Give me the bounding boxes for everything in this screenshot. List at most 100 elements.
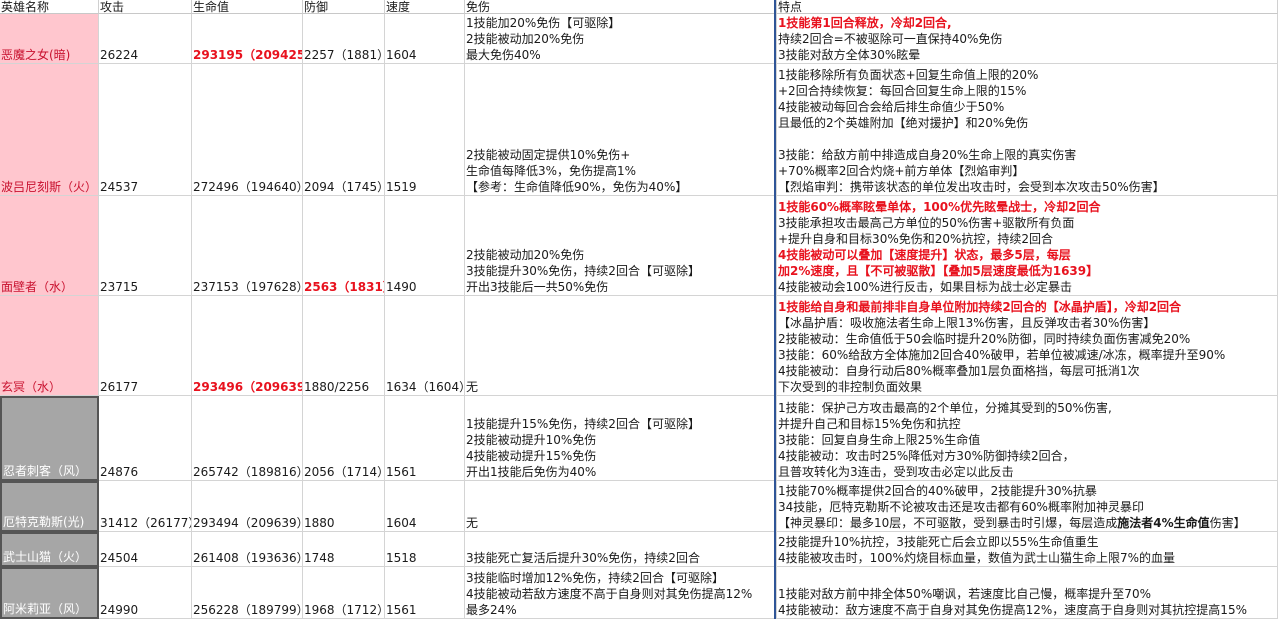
hero-name-cell[interactable]: 恶魔之女(暗) bbox=[0, 14, 99, 64]
speed-cell[interactable]: 1604 bbox=[385, 14, 465, 64]
header-hp[interactable]: 生命值 bbox=[192, 0, 303, 14]
feature-text: 伤害】 bbox=[1209, 516, 1246, 530]
immune-line: 4技能被动若敌方速度不高于自身则对其免伤提高12% bbox=[466, 587, 753, 601]
defense-cell[interactable]: 2056（1714） bbox=[303, 396, 385, 481]
hp-cell[interactable]: 256228（189799） bbox=[192, 567, 303, 619]
features-cell[interactable]: 1技能：保护己方攻击最高的2个单位，分摊其受到的50%伤害, 并提升自己和目标15… bbox=[777, 396, 1278, 481]
defense-cell[interactable]: 2094（1745） bbox=[303, 64, 385, 196]
feature-text: 1技能给自身和最前排非自身单位附加持续2回合的【冰晶护盾】，冷却2回合 bbox=[778, 300, 1182, 314]
feature-text: +2回合持续恢复：每回合回复生命上限的15% bbox=[778, 84, 1027, 98]
defense-value: 2094（1745） bbox=[304, 180, 384, 194]
attack-cell[interactable]: 26224 bbox=[99, 14, 192, 64]
hp-cell[interactable]: 261408（193636） bbox=[192, 532, 303, 567]
features-cell[interactable]: 1技能第1回合释放，冷却2回合, 持续2回合=不被驱除可一直保持40%免伤 3技能对… bbox=[777, 14, 1278, 64]
defense-cell[interactable]: 1968（1712） bbox=[303, 567, 385, 619]
defense-cell[interactable]: 1880 bbox=[303, 481, 385, 532]
header-speed[interactable]: 速度 bbox=[385, 0, 465, 14]
immune-cell[interactable]: 3技能死亡复活后提升30%免伤，持续2回合 bbox=[465, 532, 777, 567]
attack-cell[interactable]: 26177 bbox=[99, 296, 192, 396]
speed-cell[interactable]: 1518 bbox=[385, 532, 465, 567]
hp-cell[interactable]: 293496（209639） bbox=[192, 296, 303, 396]
feature-line: 4技能被动：自身行动后80%概率叠加1层负面格挡，每层可抵消1次 bbox=[778, 363, 1277, 379]
attack-value: 31412（26177） bbox=[100, 516, 191, 530]
attack-cell[interactable]: 31412（26177） bbox=[99, 481, 192, 532]
immune-line: 开出1技能后免伤为40% bbox=[466, 465, 597, 479]
feature-text: +70%概率2回合灼烧+前方单体【烈焰审判】 bbox=[778, 164, 1025, 178]
header-defense[interactable]: 防御 bbox=[303, 0, 385, 14]
hero-name-cell[interactable]: 厄特克勒斯(光) bbox=[0, 481, 99, 532]
immune-cell[interactable]: 2技能被动加20%免伤 3技能提升30%免伤，持续2回合【可驱除】 开出3技能后一共… bbox=[465, 196, 777, 296]
feature-text: 1技能移除所有负面状态+回复生命值上限的20% bbox=[778, 68, 1039, 82]
feature-line: 4技能被动每回合会给后排生命值少于50% bbox=[778, 99, 1277, 115]
feature-text: 4技能被攻击时，100%灼烧目标血量，数值为武士山猫生命上限7%的血量 bbox=[778, 551, 1175, 565]
hp-cell[interactable]: 293494（209639） bbox=[192, 481, 303, 532]
feature-text: 4技能被动每回合会给后排生命值少于50% bbox=[778, 100, 1005, 114]
feature-text: 1技能第1回合释放，冷却2回合, bbox=[778, 16, 952, 30]
feature-text: 2技能提升10%抗控，3技能死亡后会立即以55%生命值重生 bbox=[778, 535, 1099, 549]
attack-cell[interactable]: 24537 bbox=[99, 64, 192, 196]
feature-line: +提升自身和目标30%免伤和20%抗控，持续2回合 bbox=[778, 231, 1277, 247]
hp-cell[interactable]: 265742（189816） bbox=[192, 396, 303, 481]
immune-cell[interactable]: 1技能加20%免伤【可驱除】 2技能被动加20%免伤 最大免伤40% bbox=[465, 14, 777, 64]
attack-cell[interactable]: 24504 bbox=[99, 532, 192, 567]
speed-cell[interactable]: 1490 bbox=[385, 196, 465, 296]
hero-name-cell[interactable]: 波吕尼刻斯（火） bbox=[0, 64, 99, 196]
hero-name-cell[interactable]: 忍者刺客（风） bbox=[0, 396, 99, 481]
immune-cell[interactable]: 2技能被动固定提供10%免伤+ 生命值每降低3%，免伤提高1% 【参考：生命值降低9… bbox=[465, 64, 777, 196]
immune-cell[interactable]: 无 bbox=[465, 296, 777, 396]
defense-cell[interactable]: 1748 bbox=[303, 532, 385, 567]
speed-cell[interactable]: 1519 bbox=[385, 64, 465, 196]
feature-text: 持续2回合=不被驱除可一直保持40%免伤 bbox=[778, 32, 1003, 46]
feature-line: 且最低的2个英雄附加【绝对援护】和20%免伤 bbox=[778, 115, 1277, 131]
features-cell[interactable]: 1技能移除所有负面状态+回复生命值上限的20% +2回合持续恢复：每回合回复生命上… bbox=[777, 64, 1278, 196]
feature-line: 2技能提升10%抗控，3技能死亡后会立即以55%生命值重生 bbox=[778, 534, 1277, 550]
feature-text: 且普攻转化为3连击，受到攻击必定以此反击 bbox=[778, 465, 1014, 479]
features-cell[interactable]: 1技能给自身和最前排非自身单位附加持续2回合的【冰晶护盾】，冷却2回合 【冰晶护盾… bbox=[777, 296, 1278, 396]
immune-cell[interactable]: 3技能临时增加12%免伤，持续2回合【可驱除】 4技能被动若敌方速度不高于自身则对… bbox=[465, 567, 777, 619]
feature-text: 1技能70%概率提供2回合的40%破甲，2技能提升30%抗暴 bbox=[778, 484, 1097, 498]
attack-cell[interactable]: 24990 bbox=[99, 567, 192, 619]
speed-cell[interactable]: 1561 bbox=[385, 567, 465, 619]
hero-name-cell[interactable]: 玄冥（水） bbox=[0, 296, 99, 396]
feature-text: 【冰晶护盾：吸收施法者生命上限13%伤害，且反弹攻击者30%伤害】 bbox=[778, 316, 1156, 330]
feature-line: 【烈焰审判：携带该状态的单位发出攻击时，会受到本次攻击50%伤害】 bbox=[778, 179, 1277, 195]
immune-cell[interactable]: 1技能提升15%免伤，持续2回合【可驱除】 2技能被动提升10%免伤 4技能被动提升… bbox=[465, 396, 777, 481]
speed-value: 1518 bbox=[386, 551, 417, 565]
hero-name-cell[interactable]: 武士山猫（火） bbox=[0, 532, 99, 567]
defense-cell[interactable]: 2563（1831） bbox=[303, 196, 385, 296]
feature-line: 4技能被动会100%进行反击，如果目标为战士必定暴击 bbox=[778, 279, 1277, 295]
header-name[interactable]: 英雄名称 bbox=[0, 0, 99, 14]
header-features[interactable]: 特点 bbox=[777, 0, 1278, 14]
hero-name: 忍者刺客（风） bbox=[3, 464, 88, 478]
features-cell[interactable]: 1技能60%概率眩晕单体，100%优先眩晕战士，冷却2回合 3技能承担攻击最高己方… bbox=[777, 196, 1278, 296]
attack-cell[interactable]: 23715 bbox=[99, 196, 192, 296]
attack-value: 24990 bbox=[100, 603, 139, 617]
hero-name-cell[interactable]: 面壁者（水） bbox=[0, 196, 99, 296]
immune-line: 3技能临时增加12%免伤，持续2回合【可驱除】 bbox=[466, 571, 724, 585]
defense-value: 2563（1831） bbox=[304, 280, 384, 294]
hero-name-cell[interactable]: 阿米莉亚（风） bbox=[0, 567, 99, 619]
immune-cell[interactable]: 无 bbox=[465, 481, 777, 532]
defense-value: 1748 bbox=[304, 551, 335, 565]
immune-line: 无 bbox=[466, 380, 479, 394]
hp-cell[interactable]: 237153（197628） bbox=[192, 196, 303, 296]
feature-line: 3技能：给敌方前中排造成自身20%生命上限的真实伤害 bbox=[778, 147, 1277, 163]
speed-cell[interactable]: 1561 bbox=[385, 396, 465, 481]
speed-cell[interactable]: 1634（1604） bbox=[385, 296, 465, 396]
immune-line: 3技能提升30%免伤，持续2回合【可驱除】 bbox=[466, 264, 700, 278]
header-immune[interactable]: 免伤 bbox=[465, 0, 777, 14]
feature-text: 1技能60%概率眩晕单体，100%优先眩晕战士，冷却2回合 bbox=[778, 200, 1101, 214]
features-cell[interactable]: 1技能对敌方前中排全体50%嘲讽，若速度比自己慢，概率提升至70% 4技能被动：敌… bbox=[777, 567, 1278, 619]
attack-cell[interactable]: 24876 bbox=[99, 396, 192, 481]
defense-cell[interactable]: 2257（1881） bbox=[303, 14, 385, 64]
feature-text: 【神灵暴印：最多10层，不可驱散，受到暴击时引爆，每层造成 bbox=[778, 516, 1118, 530]
hp-cell[interactable]: 293195（209425） bbox=[192, 14, 303, 64]
feature-text: 4技能被动：敌方速度不高于自身对其免伤提高12%，速度高于自身则对其抗控提高15… bbox=[778, 603, 1247, 617]
defense-cell[interactable]: 1880/2256 bbox=[303, 296, 385, 396]
feature-text: 4技能被动会100%进行反击，如果目标为战士必定暴击 bbox=[778, 280, 1072, 294]
speed-cell[interactable]: 1604 bbox=[385, 481, 465, 532]
features-cell[interactable]: 2技能提升10%抗控，3技能死亡后会立即以55%生命值重生 4技能被攻击时，100… bbox=[777, 532, 1278, 567]
header-attack[interactable]: 攻击 bbox=[99, 0, 192, 14]
hp-cell[interactable]: 272496（194640） bbox=[192, 64, 303, 196]
features-cell[interactable]: 1技能70%概率提供2回合的40%破甲，2技能提升30%抗暴 34技能，厄特克勒斯… bbox=[777, 481, 1278, 532]
